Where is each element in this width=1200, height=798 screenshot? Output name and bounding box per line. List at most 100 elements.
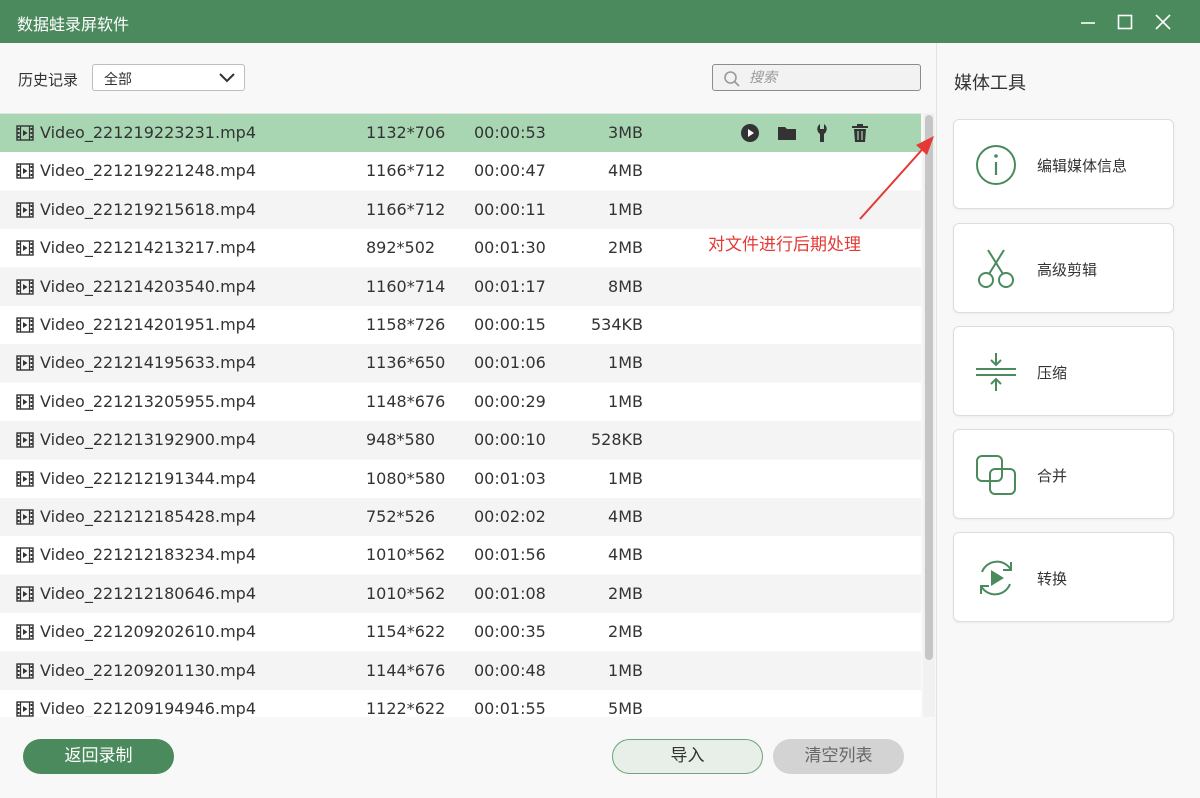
- video-file-icon: [16, 125, 34, 141]
- file-duration: 00:00:15: [474, 315, 546, 334]
- search-icon: [724, 71, 740, 87]
- convert-button[interactable]: 转换: [953, 532, 1174, 622]
- file-duration: 00:00:10: [474, 430, 546, 449]
- file-size: 1MB: [608, 469, 643, 488]
- file-size: 528KB: [590, 430, 643, 449]
- table-row[interactable]: Video_221212185428.mp4 752*526 00:02:02 4MB: [0, 498, 921, 536]
- table-row[interactable]: Video_221209194946.mp4 1122*622 00:01:55 5M…: [0, 690, 921, 717]
- video-file-icon: [16, 355, 34, 371]
- file-size: 1MB: [608, 353, 643, 372]
- file-resolution: 1010*562: [366, 545, 446, 564]
- video-file-icon: [16, 586, 34, 602]
- close-icon: [1155, 14, 1171, 30]
- file-name: Video_221209201130.mp4: [40, 661, 256, 680]
- table-row[interactable]: Video_221219223231.mp4 1132*706 00:00:53 3M…: [0, 114, 921, 152]
- file-resolution: 1122*622: [366, 699, 446, 717]
- merge-button[interactable]: 合并: [953, 429, 1174, 519]
- file-duration: 00:01:30: [474, 238, 546, 257]
- file-resolution: 1166*712: [366, 200, 446, 219]
- play-icon: [741, 124, 759, 142]
- compress-label: 压缩: [1037, 364, 1068, 382]
- folder-icon: [778, 127, 796, 140]
- file-duration: 00:01:06: [474, 353, 546, 372]
- minimize-button[interactable]: [1072, 6, 1104, 38]
- file-name: Video_221213192900.mp4: [40, 430, 256, 449]
- video-file-icon: [16, 163, 34, 179]
- wrench-icon: [817, 124, 827, 142]
- annotation-arrow-icon: [859, 136, 934, 220]
- annotation-text: 对文件进行后期处理: [708, 235, 861, 255]
- history-filter-select[interactable]: 全部: [92, 64, 245, 91]
- advanced-edit-button[interactable]: 高级剪辑: [953, 223, 1174, 313]
- file-size: 1MB: [608, 200, 643, 219]
- table-row[interactable]: Video_221213192900.mp4 948*580 00:00:10 528…: [0, 421, 921, 459]
- file-duration: 00:00:29: [474, 392, 546, 411]
- edit-button[interactable]: [815, 123, 835, 143]
- file-name: Video_221212191344.mp4: [40, 469, 256, 488]
- table-row[interactable]: Video_221212191344.mp4 1080*580 00:01:03 1M…: [0, 460, 921, 498]
- convert-label: 转换: [1037, 570, 1068, 588]
- compress-icon: [976, 353, 1016, 391]
- title-bar: 数据蛙录屏软件: [0, 0, 1200, 43]
- file-duration: 00:00:35: [474, 622, 546, 641]
- video-file-icon: [16, 394, 34, 410]
- maximize-icon: [1117, 14, 1133, 30]
- file-name: Video_221214201951.mp4: [40, 315, 256, 334]
- advanced-edit-label: 高级剪辑: [1037, 261, 1098, 279]
- merge-icon: [976, 455, 1016, 495]
- close-button[interactable]: [1147, 6, 1179, 38]
- compress-button[interactable]: 压缩: [953, 326, 1174, 416]
- file-resolution: 1154*622: [366, 622, 446, 641]
- edit-media-info-label: 编辑媒体信息: [1037, 157, 1128, 175]
- table-row[interactable]: Video_221219215618.mp4 1166*712 00:00:11 1M…: [0, 191, 921, 229]
- info-icon: [976, 145, 1016, 185]
- file-resolution: 752*526: [366, 507, 436, 526]
- file-name: Video_221209202610.mp4: [40, 622, 256, 641]
- media-tools-title: 媒体工具: [954, 73, 1026, 94]
- file-name: Video_221212180646.mp4: [40, 584, 256, 603]
- file-name: Video_221219223231.mp4: [40, 123, 256, 142]
- open-folder-button[interactable]: [777, 123, 797, 143]
- file-size: 5MB: [608, 699, 643, 717]
- table-row[interactable]: Video_221214201951.mp4 1158*726 00:00:15 53…: [0, 306, 921, 344]
- search-input[interactable]: [749, 68, 909, 88]
- back-to-record-button[interactable]: 返回录制: [23, 739, 174, 774]
- table-row[interactable]: Video_221212180646.mp4 1010*562 00:01:08 2M…: [0, 575, 921, 613]
- table-row[interactable]: Video_221214203540.mp4 1160*714 00:01:17 8M…: [0, 268, 921, 306]
- edit-media-info-button[interactable]: 编辑媒体信息: [953, 119, 1174, 209]
- file-name: Video_221212183234.mp4: [40, 545, 256, 564]
- file-resolution: 1136*650: [366, 353, 446, 372]
- file-size: 4MB: [608, 545, 643, 564]
- file-size: 534KB: [590, 315, 643, 334]
- table-row[interactable]: Video_221209201130.mp4 1144*676 00:00:48 1M…: [0, 652, 921, 690]
- convert-icon: [980, 560, 1012, 596]
- window-title: 数据蛙录屏软件: [17, 15, 130, 34]
- search-box[interactable]: [712, 64, 921, 91]
- table-row[interactable]: Video_221219221248.mp4 1166*712 00:00:47 4M…: [0, 152, 921, 190]
- file-list: Video_221219223231.mp4 1132*706 00:00:53 3M…: [0, 113, 921, 717]
- play-button[interactable]: [740, 123, 760, 143]
- table-row[interactable]: Video_221209202610.mp4 1154*622 00:00:35 2M…: [0, 613, 921, 651]
- video-file-icon: [16, 432, 34, 448]
- file-duration: 00:00:53: [474, 123, 546, 142]
- file-size: 4MB: [608, 161, 643, 180]
- file-name: Video_221214195633.mp4: [40, 353, 256, 372]
- video-file-icon: [16, 471, 34, 487]
- file-resolution: 1160*714: [366, 277, 446, 296]
- file-duration: 00:00:47: [474, 161, 546, 180]
- video-file-icon: [16, 317, 34, 333]
- file-resolution: 1166*712: [366, 161, 446, 180]
- file-size: 2MB: [608, 238, 643, 257]
- file-resolution: 1148*676: [366, 392, 446, 411]
- table-row[interactable]: Video_221212183234.mp4 1010*562 00:01:56 4M…: [0, 536, 921, 574]
- table-row[interactable]: Video_221214195633.mp4 1136*650 00:01:06 1M…: [0, 344, 921, 382]
- file-resolution: 1080*580: [366, 469, 446, 488]
- table-row[interactable]: Video_221213205955.mp4 1148*676 00:00:29 1M…: [0, 383, 921, 421]
- history-panel: 历史记录 全部 Video_221219223231.mp4 1132*706 00…: [0, 43, 937, 798]
- file-resolution: 948*580: [366, 430, 436, 449]
- file-name: Video_221212185428.mp4: [40, 507, 256, 526]
- import-button[interactable]: 导入: [612, 739, 763, 774]
- file-name: Video_221219221248.mp4: [40, 161, 256, 180]
- maximize-button[interactable]: [1109, 6, 1141, 38]
- clear-list-button[interactable]: 清空列表: [773, 739, 904, 774]
